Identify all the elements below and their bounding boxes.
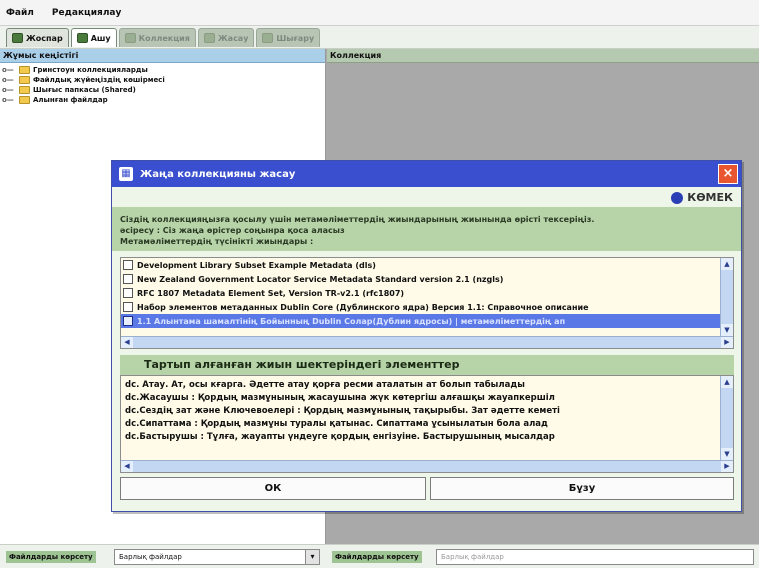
folder-icon: [19, 66, 30, 74]
tab-export[interactable]: Шығару: [256, 28, 321, 47]
export-icon: [262, 33, 274, 43]
instructions: Сіздің коллекцияңызға қосылу үшін метамә…: [112, 207, 741, 251]
cancel-button[interactable]: Бұзу: [430, 477, 734, 500]
tree-item-label: Шығыс папкасы (Shared): [33, 86, 136, 94]
scroll-right-icon[interactable]: ▶: [721, 461, 733, 472]
close-icon[interactable]: ×: [718, 164, 738, 184]
tab-create[interactable]: Жасау: [197, 28, 255, 47]
help-button[interactable]: КӨМЕК: [671, 191, 733, 204]
status-bar: Файлдарды көрсету Барлық файлдар ▾ Файлд…: [0, 544, 759, 568]
tree-item-label: Гринстоун коллекцияларды: [33, 66, 148, 74]
left-filter-label: Файлдарды көрсету: [6, 551, 96, 563]
workspace-title: Жұмыс кеңістігі: [0, 49, 325, 63]
list-item: dc.Сездің зат және Ключевоелері : Қордың…: [125, 406, 560, 416]
right-filter-select[interactable]: Барлық файлдар: [436, 549, 754, 565]
list-item: dc.Бастырушы : Тұлға, жауапты үндеуге қо…: [125, 432, 555, 442]
new-collection-dialog: ▦ Жаңа коллекцияны жасау × КӨМЕК Сіздің …: [111, 160, 742, 512]
elements-list[interactable]: dc. Атау. Ат, осы кғарга. Әдетте атау қо…: [120, 375, 734, 473]
help-icon: [671, 191, 684, 204]
left-filter-select[interactable]: Барлық файлдар ▾: [114, 549, 320, 565]
tree-expander[interactable]: o—: [2, 96, 16, 104]
tab-gather[interactable]: Ашу: [70, 28, 117, 47]
instructions-line: Метамәліметтердің түсінікті жиындары :: [120, 237, 314, 246]
list-item-label: RFC 1807 Metadata Element Set, Version T…: [137, 288, 405, 298]
horizontal-scrollbar[interactable]: ◀ ▶: [121, 460, 733, 472]
checkbox[interactable]: [123, 260, 133, 270]
scroll-left-icon[interactable]: ◀: [121, 461, 133, 472]
folder-icon: [19, 96, 30, 104]
tree-item-label: Алынған файлдар: [33, 96, 108, 104]
tab-strip: Жоспар Ашу Коллекция Жасау Шығару: [6, 28, 321, 47]
scroll-up-icon[interactable]: ▲: [721, 258, 733, 270]
list-item: dc.Сипаттама : Қордың мазмұны туралы қат…: [125, 419, 548, 429]
help-bar: КӨМЕК: [112, 187, 741, 207]
list-item[interactable]: RFC 1807 Metadata Element Set, Version T…: [121, 286, 733, 300]
help-label: КӨМЕК: [687, 191, 733, 204]
list-item-label: New Zealand Government Locator Service M…: [137, 274, 504, 284]
scroll-left-icon[interactable]: ◀: [121, 337, 133, 348]
collection-title: Коллекция: [327, 49, 759, 63]
tree-item[interactable]: o— Гринстоун коллекцияларды: [2, 65, 325, 75]
tree-item[interactable]: o— Шығыс папкасы (Shared): [2, 85, 325, 95]
folder-icon: [19, 86, 30, 94]
list-item-label: Development Library Subset Example Metad…: [137, 260, 376, 270]
create-icon: [203, 33, 215, 43]
scroll-down-icon[interactable]: ▼: [721, 448, 733, 460]
list-item[interactable]: Набор элементов метаданных Dublin Core (…: [121, 300, 733, 314]
list-item[interactable]: New Zealand Government Locator Service M…: [121, 272, 733, 286]
dialog-titlebar[interactable]: ▦ Жаңа коллекцияны жасау ×: [112, 161, 741, 187]
metadata-set-list[interactable]: Development Library Subset Example Metad…: [120, 257, 734, 349]
tab-collection-label: Коллекция: [138, 33, 190, 43]
checkbox[interactable]: [123, 274, 133, 284]
list-item: dc.Жасаушы : Қордың мазмұнының жасаушына…: [125, 393, 555, 403]
scroll-up-icon[interactable]: ▲: [721, 376, 733, 388]
checkbox[interactable]: [123, 288, 133, 298]
workspace-tree: o— Гринстоун коллекцияларды o— Файлдық ж…: [0, 63, 325, 105]
tab-plan-label: Жоспар: [26, 33, 63, 43]
tab-gather-label: Ашу: [90, 33, 111, 43]
tab-create-label: Жасау: [217, 33, 249, 43]
chevron-down-icon[interactable]: ▾: [305, 550, 319, 564]
collection-icon: [124, 33, 136, 43]
checkbox-checked[interactable]: [123, 316, 133, 326]
right-filter-value: Барлық файлдар: [441, 553, 504, 561]
instructions-line: Сіздің коллекцияңызға қосылу үшін метамә…: [120, 215, 595, 224]
dialog-title: Жаңа коллекцияны жасау: [140, 168, 296, 180]
toolbar: Жоспар Ашу Коллекция Жасау Шығару: [0, 26, 759, 75]
scroll-track[interactable]: [721, 270, 733, 324]
ok-button[interactable]: ОК: [120, 477, 426, 500]
scroll-right-icon[interactable]: ▶: [721, 337, 733, 348]
left-filter-value: Барлық файлдар: [119, 553, 182, 561]
vertical-scrollbar[interactable]: ▲ ▼: [720, 258, 733, 336]
elements-heading: Тартып алғанған жиын шектеріндегі элемен…: [120, 355, 734, 375]
list-item[interactable]: Development Library Subset Example Metad…: [121, 258, 733, 272]
list-item-label: Набор элементов метаданных Dublin Core (…: [137, 302, 589, 312]
tab-plan[interactable]: Жоспар: [6, 28, 69, 47]
tree-expander[interactable]: o—: [2, 86, 16, 94]
horizontal-scrollbar[interactable]: ◀ ▶: [121, 336, 733, 348]
gather-icon: [76, 33, 88, 43]
tab-export-label: Шығару: [276, 33, 315, 43]
scroll-track[interactable]: [721, 388, 733, 448]
tree-item[interactable]: o— Файлдық жүйеңіздің көшірмесі: [2, 75, 325, 85]
scroll-down-icon[interactable]: ▼: [721, 324, 733, 336]
menu-file[interactable]: Файл: [6, 8, 34, 18]
menu-bar: Файл Редакциялау: [0, 0, 759, 26]
right-filter-label: Файлдарды көрсету: [332, 551, 422, 563]
vertical-scrollbar[interactable]: ▲ ▼: [720, 376, 733, 460]
menu-edit[interactable]: Редакциялау: [52, 8, 121, 18]
app-icon: ▦: [119, 167, 133, 181]
plan-icon: [12, 33, 23, 43]
tree-expander[interactable]: o—: [2, 76, 16, 84]
tree-expander[interactable]: o—: [2, 66, 16, 74]
tree-item-label: Файлдық жүйеңіздің көшірмесі: [33, 76, 165, 84]
checkbox[interactable]: [123, 302, 133, 312]
folder-icon: [19, 76, 30, 84]
tab-collection[interactable]: Коллекция: [118, 28, 196, 47]
list-item-label: 1.1 Алынтама шамалтінің Бойынның Dublin …: [137, 316, 566, 326]
instructions-line: әсіресу : Сіз жаңа өрістер соңынра қоса …: [120, 226, 345, 235]
tree-item[interactable]: o— Алынған файлдар: [2, 95, 325, 105]
list-item: dc. Атау. Ат, осы кғарга. Әдетте атау қо…: [125, 380, 525, 390]
list-item-selected[interactable]: 1.1 Алынтама шамалтінің Бойынның Dublin …: [121, 314, 733, 328]
